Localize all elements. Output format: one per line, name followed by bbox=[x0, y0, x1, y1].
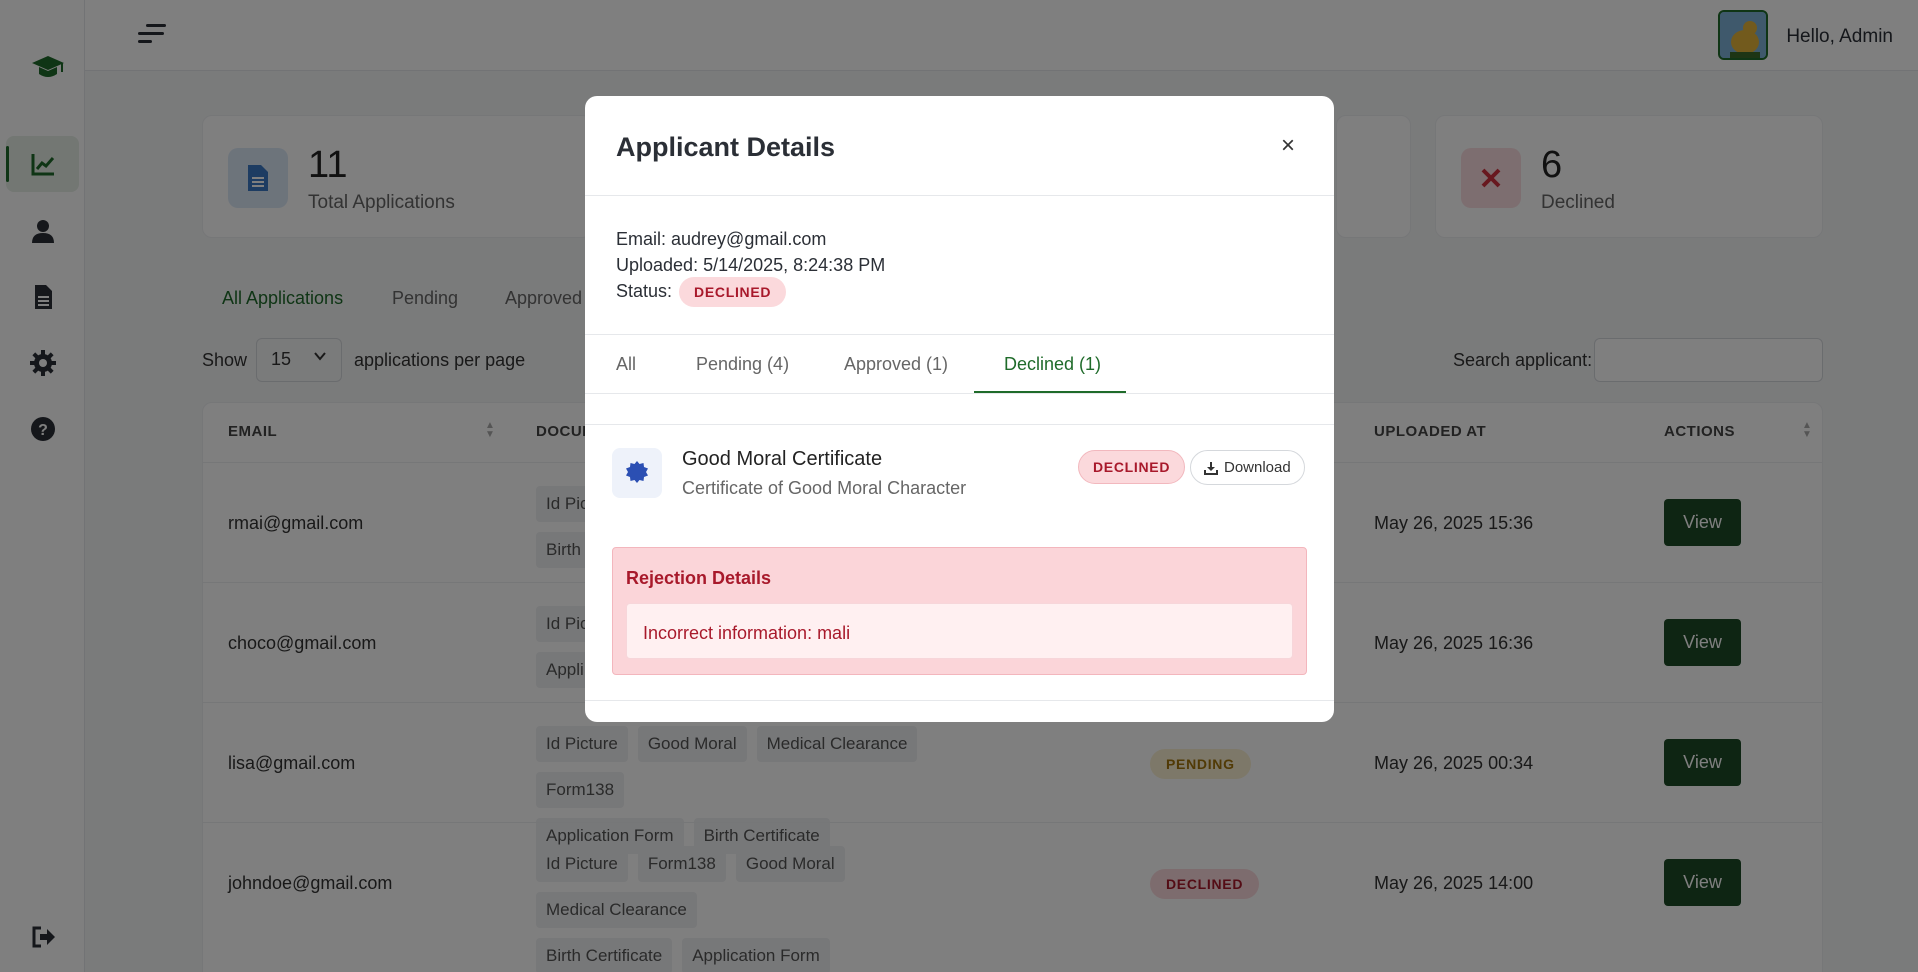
status-label: Status: bbox=[616, 280, 673, 301]
close-icon[interactable]: × bbox=[1276, 134, 1300, 158]
divider bbox=[585, 334, 1334, 335]
divider bbox=[585, 424, 1334, 425]
document-description: Certificate of Good Moral Character bbox=[682, 478, 967, 498]
divider bbox=[585, 393, 1334, 394]
applicant-details-modal: Applicant Details × Email: audrey@gmail.… bbox=[585, 96, 1334, 722]
download-button[interactable]: Download bbox=[1190, 450, 1305, 485]
rejection-reason-box: Incorrect information: mali bbox=[626, 603, 1293, 659]
modal-tab-all[interactable]: All bbox=[616, 354, 636, 375]
download-icon bbox=[1204, 461, 1218, 475]
rejection-details: Rejection Details Incorrect information:… bbox=[612, 547, 1307, 675]
applicant-email: Email: audrey@gmail.com bbox=[616, 229, 827, 249]
modal-tab-declined[interactable]: Declined (1) bbox=[1004, 354, 1101, 375]
rejection-title: Rejection Details bbox=[626, 568, 772, 588]
applicant-uploaded: Uploaded: 5/14/2025, 8:24:38 PM bbox=[616, 255, 886, 275]
download-label: Download bbox=[1224, 459, 1291, 476]
document-name: Good Moral Certificate bbox=[682, 448, 883, 470]
divider bbox=[585, 700, 1334, 701]
rejection-reason: Incorrect information: mali bbox=[643, 623, 851, 643]
applicant-status: Status: DECLINED bbox=[616, 277, 787, 307]
status-badge: DECLINED bbox=[679, 277, 787, 307]
document-status-badge: DECLINED bbox=[1078, 450, 1186, 484]
certificate-icon bbox=[612, 448, 662, 498]
modal-title: Applicant Details bbox=[616, 132, 836, 162]
divider bbox=[585, 195, 1334, 196]
modal-tab-pending[interactable]: Pending (4) bbox=[696, 354, 789, 375]
modal-tab-approved[interactable]: Approved (1) bbox=[844, 354, 948, 375]
